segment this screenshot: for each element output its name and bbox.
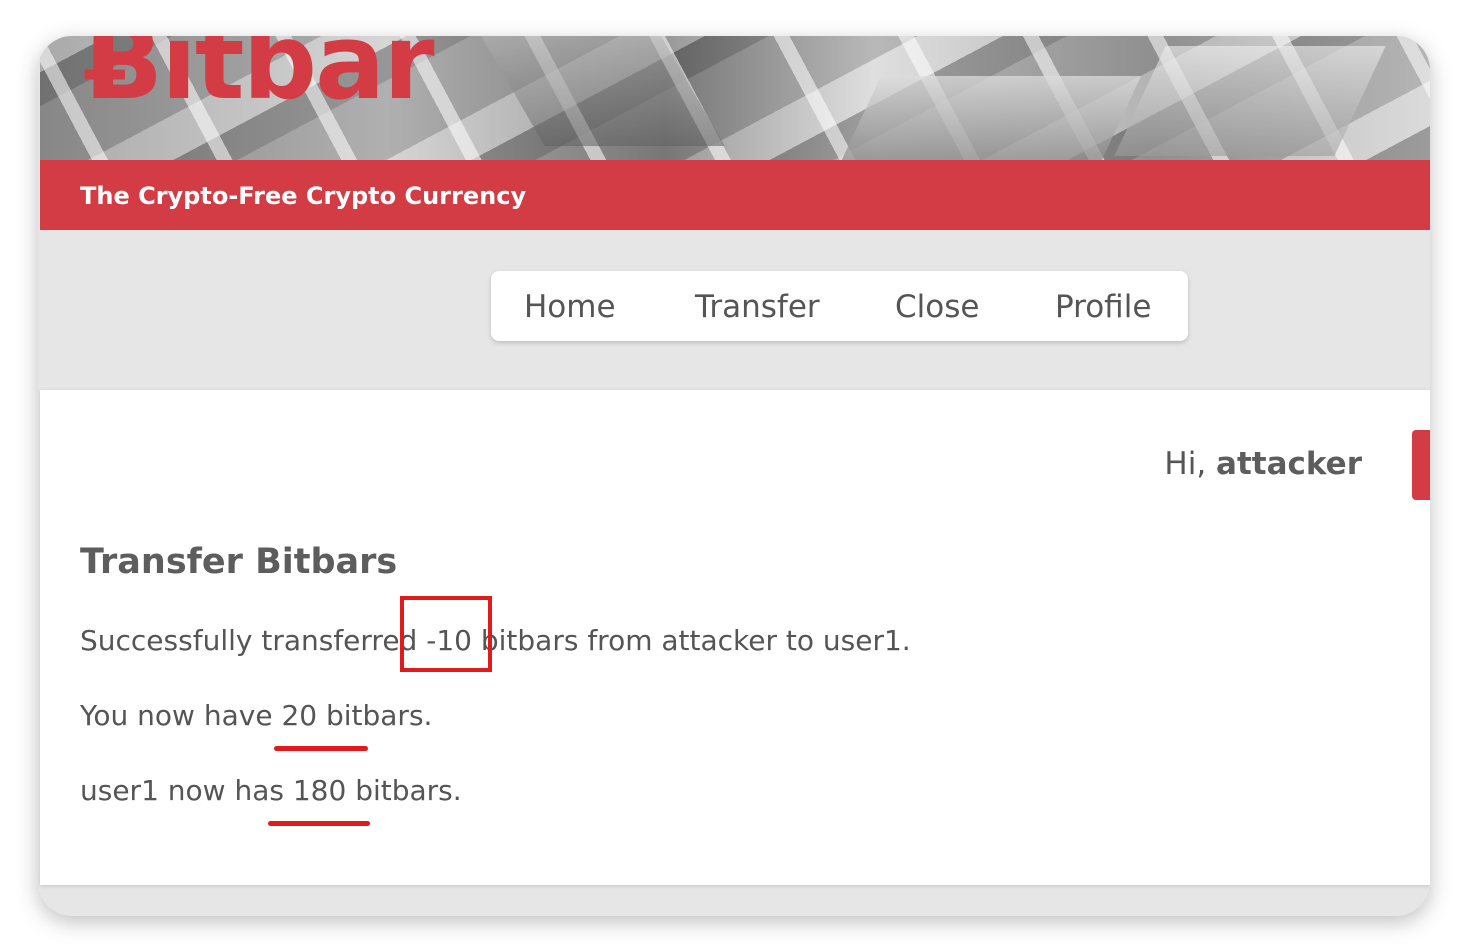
annotation-underline [274,746,368,751]
site-tagline: The Crypto-Free Crypto Currency [80,182,527,210]
annotation-underline [268,821,370,826]
transfer-result-message: Successfully transferred -10 bitbars fro… [80,624,911,657]
recipient-balance-message: user1 now has 180 bitbars. [80,774,462,807]
banner-image-shape [475,36,725,146]
greeting-prefix: Hi, [1164,446,1207,482]
page-title: Transfer Bitbars [80,542,398,582]
nav-profile[interactable]: Profile [1055,271,1151,341]
nav-transfer[interactable]: Transfer [695,271,820,341]
main-nav: Home Transfer Close Profile [491,271,1188,341]
side-tab-button[interactable] [1412,430,1430,500]
nav-close[interactable]: Close [895,271,979,341]
content-card: Hi, attacker Transfer Bitbars Successful… [40,390,1430,885]
header-banner: Ƀitbar [40,36,1430,160]
annotation-highlight-box [400,596,492,672]
banner-image-shape [839,76,1141,160]
sender-balance-message: You now have 20 bitbars. [80,699,433,732]
browser-window: Ƀitbar The Crypto-Free Crypto Currency H… [38,36,1430,916]
tagline-bar: The Crypto-Free Crypto Currency [40,160,1430,230]
banner-image-shape [1114,46,1386,156]
username: attacker [1216,446,1362,482]
nav-home[interactable]: Home [524,271,616,341]
site-logo[interactable]: Ƀitbar [84,36,435,114]
user-greeting: Hi, attacker [1164,446,1362,482]
